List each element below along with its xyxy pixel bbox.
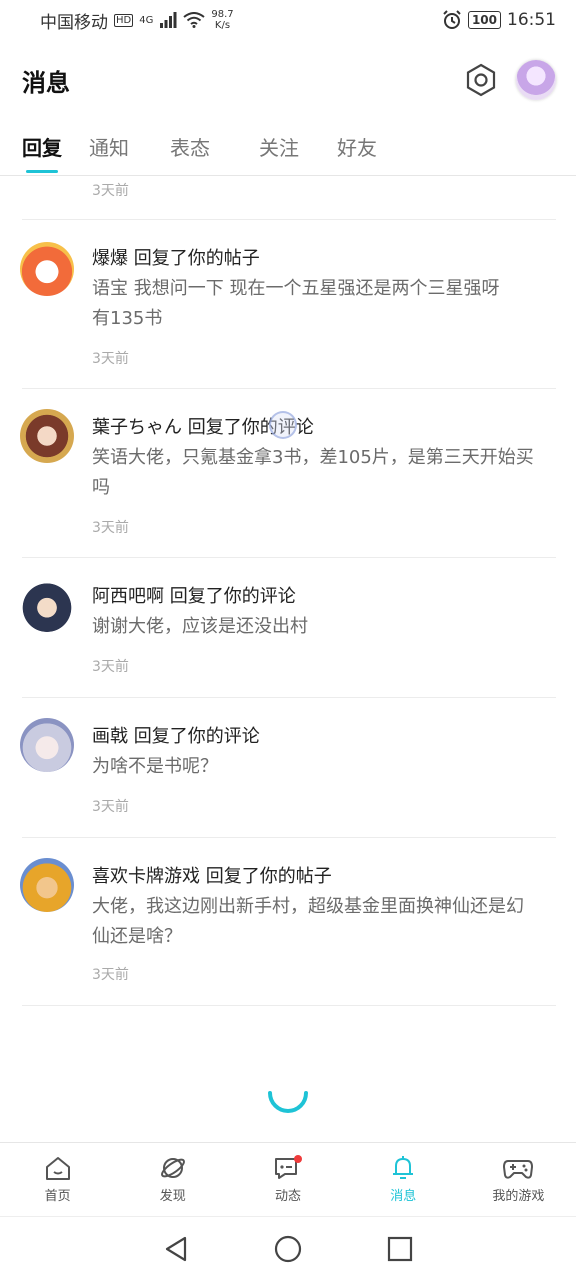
system-nav-bar (0, 1216, 576, 1280)
message-title: 阿西吧啊 回复了你的评论 (92, 586, 296, 607)
nav-discover[interactable]: 发现 (115, 1143, 230, 1216)
net-speed: 98.7 K/s (211, 9, 234, 31)
user-avatar[interactable] (516, 60, 556, 100)
avatar[interactable] (20, 718, 74, 772)
clock: 16:51 (507, 10, 556, 30)
message-item[interactable]: 画戟 回复了你的评论 为啥不是书呢？ 3天前 (0, 698, 576, 837)
touch-indicator (269, 411, 297, 439)
message-body: 谢谢大佬，应该是还没出村 (92, 616, 308, 637)
carrier-label: 中国移动 (40, 12, 108, 33)
message-time: 3天前 (92, 520, 129, 536)
settings-icon[interactable] (464, 63, 498, 97)
divider (22, 1005, 556, 1006)
nav-feed[interactable]: 动态 (230, 1143, 345, 1216)
message-body: 笑语大佬，只氪基金拿3书，差105片，是第三天开始买 吗 (92, 447, 534, 498)
message-item[interactable]: 喜欢卡牌游戏 回复了你的帖子 大佬，我这边刚出新手村，超级基金里面换神仙还是幻 … (0, 838, 576, 1006)
message-time: 3天前 (92, 659, 129, 675)
message-item[interactable]: 爆爆 回复了你的帖子 语宝 我想问一下 现在一个五星强还是两个三星强呀 有135… (0, 220, 576, 388)
back-icon[interactable] (161, 1234, 191, 1264)
network-label: 4G (139, 14, 154, 26)
recents-icon[interactable] (385, 1234, 415, 1264)
tab-active-indicator (26, 170, 58, 173)
message-time: 3天前 (92, 351, 129, 367)
bell-icon (393, 1156, 414, 1179)
alarm-icon (443, 10, 461, 29)
nav-home[interactable]: 首页 (0, 1143, 115, 1216)
home-icon (45, 1157, 70, 1180)
tab-notice[interactable]: 通知 (89, 132, 129, 161)
loading-spinner-icon (268, 1091, 308, 1113)
avatar[interactable] (20, 858, 74, 912)
avatar[interactable] (20, 242, 74, 296)
home-button-icon[interactable] (273, 1234, 303, 1264)
message-time: 3天前 (92, 967, 129, 983)
avatar[interactable] (20, 409, 74, 463)
avatar[interactable] (20, 578, 74, 632)
tab-reply[interactable]: 回复 (22, 132, 62, 161)
tab-follow[interactable]: 关注 (259, 132, 299, 161)
notification-badge (294, 1155, 302, 1163)
planet-icon (160, 1158, 185, 1178)
bottom-nav: 首页 发现 动态 消息 我的游戏 (0, 1142, 576, 1216)
message-item[interactable]: 阿西吧啊 回复了你的评论 谢谢大佬，应该是还没出村 3天前 (0, 558, 576, 697)
header: 消息 (0, 50, 576, 110)
signal-icon (160, 12, 177, 28)
message-title: 爆爆 回复了你的帖子 (92, 248, 260, 269)
nav-messages[interactable]: 消息 (346, 1143, 461, 1216)
tab-friends[interactable]: 好友 (337, 132, 377, 161)
message-title: 喜欢卡牌游戏 回复了你的帖子 (92, 866, 332, 887)
hd-icon: HD (114, 13, 134, 27)
message-tabs: 回复 通知 表态 关注 好友 (0, 120, 576, 176)
message-time: 3天前 (92, 183, 129, 199)
tab-reaction[interactable]: 表态 (170, 132, 210, 161)
nav-my-games[interactable]: 我的游戏 (461, 1143, 576, 1216)
message-body: 语宝 我想问一下 现在一个五星强还是两个三星强呀 有135书 (92, 278, 500, 329)
message-body: 为啥不是书呢？ (92, 756, 218, 777)
wifi-icon (183, 12, 205, 28)
chat-icon (275, 1155, 302, 1179)
battery-indicator: 100 (467, 11, 501, 29)
message-title: 画戟 回复了你的评论 (92, 726, 260, 747)
gamepad-icon (503, 1160, 534, 1179)
message-time: 3天前 (92, 799, 129, 815)
message-body: 大佬，我这边刚出新手村，超级基金里面换神仙还是幻 仙还是啥？ (92, 896, 524, 947)
message-item[interactable]: 葉子ちゃん 回复了你的评论 笑语大佬，只氪基金拿3书，差105片，是第三天开始买… (0, 389, 576, 557)
page-title: 消息 (22, 68, 70, 97)
status-bar: 中国移动 HD 4G 98.7 K/s 100 16:51 (0, 0, 576, 40)
